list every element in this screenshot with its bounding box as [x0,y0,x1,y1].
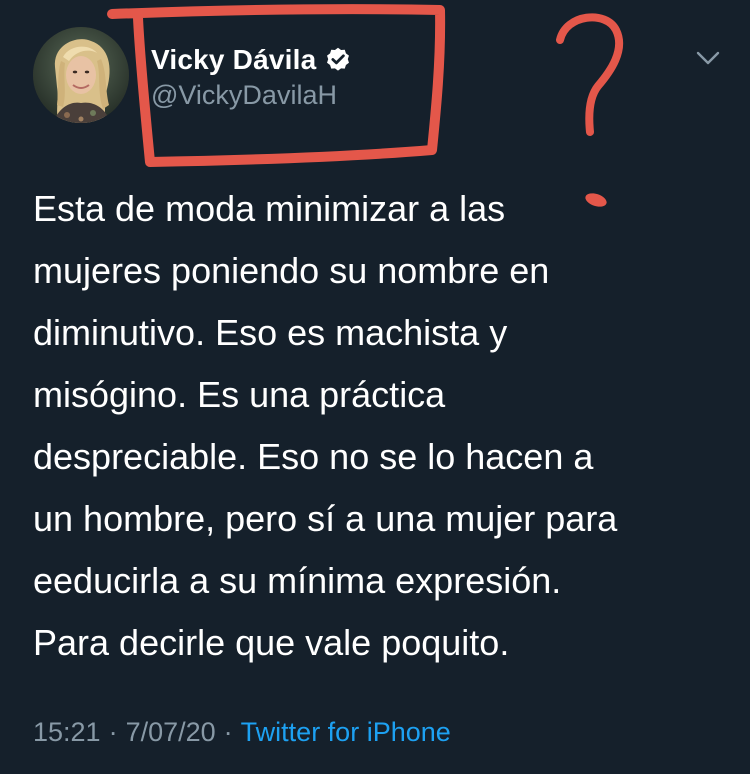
tweet-text: Esta de moda minimizar a las mujeres pon… [33,178,723,674]
author-display-name[interactable]: Vicky Dávila [151,44,316,76]
avatar-photo [33,27,129,123]
tweet-text-line: despreciable. Eso no se lo hacen a [33,436,594,477]
tweet-text-line: misógino. Es una práctica [33,374,446,415]
author-name-row[interactable]: Vicky Dávila [151,42,352,78]
author-handle[interactable]: @VickyDavilaH [151,80,337,111]
meta-separator: · [108,717,118,747]
tweet-metadata: 15:21 · 7/07/20 · Twitter for iPhone [33,717,451,748]
tweet-time[interactable]: 15:21 [33,717,101,747]
tweet-source-link[interactable]: Twitter for iPhone [241,717,451,747]
avatar[interactable] [33,27,129,123]
chevron-down-icon[interactable] [694,47,722,69]
tweet-text-line: eeducirla a su mínima expresión. [33,560,562,601]
tweet-text-line: un hombre, pero sí a una mujer para [33,498,618,539]
tweet-card: Vicky Dávila @VickyDavilaH Esta de moda … [0,0,750,774]
tweet-text-line: diminutivo. Eso es machista y [33,312,508,353]
annotation-question-mark [556,13,624,136]
verified-badge-icon [324,46,352,74]
tweet-text-line: mujeres poniendo su nombre en [33,250,550,291]
tweet-text-line: Esta de moda minimizar a las [33,188,506,229]
tweet-date[interactable]: 7/07/20 [126,717,216,747]
meta-separator: · [223,717,233,747]
tweet-text-line: Para decirle que vale poquito. [33,622,510,663]
